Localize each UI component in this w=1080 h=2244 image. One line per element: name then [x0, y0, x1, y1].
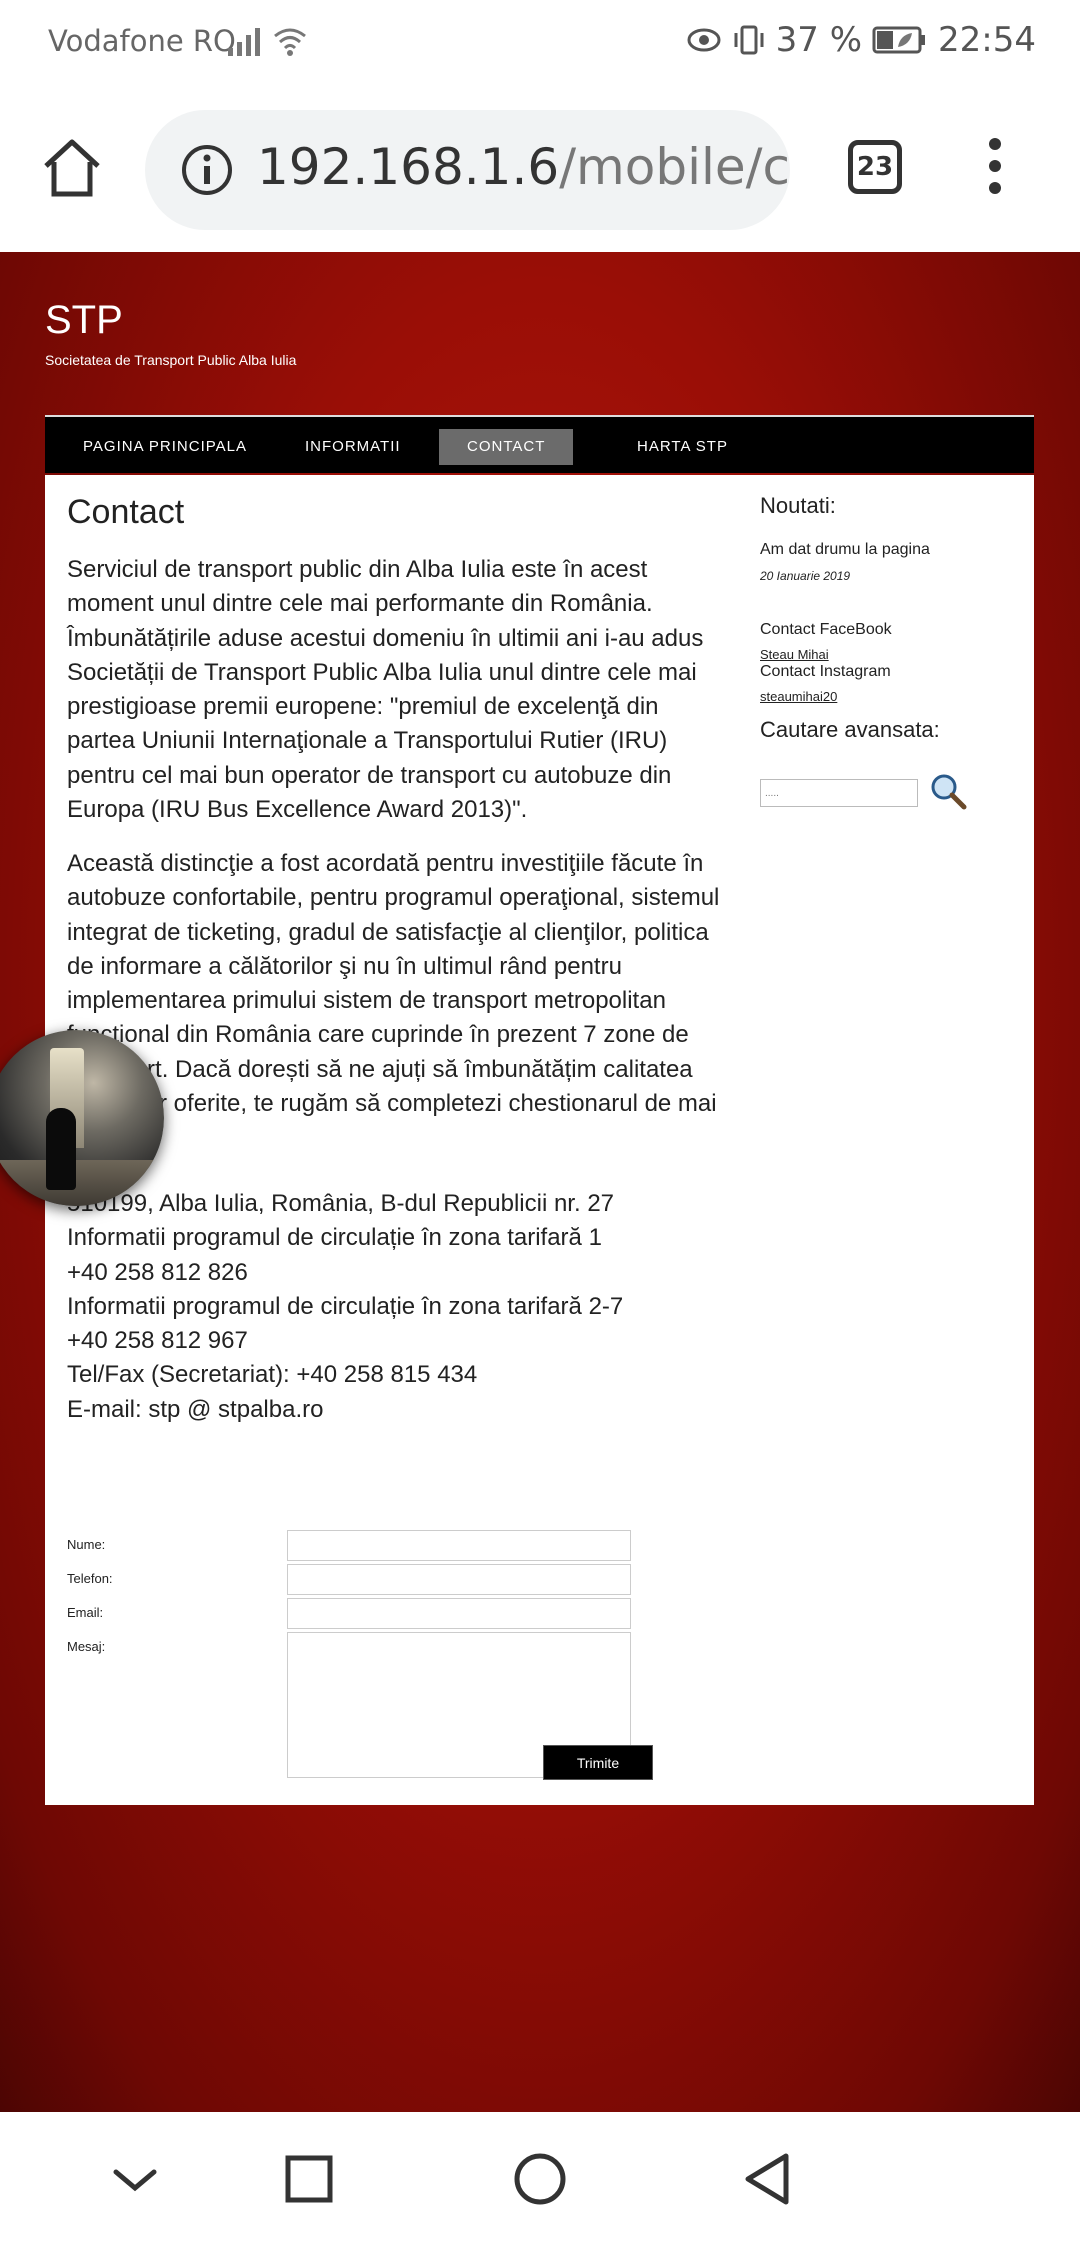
site-title: STP [45, 298, 123, 342]
status-bar: Vodafone RO 37 % 22:54 [0, 0, 1080, 88]
recents-square-icon[interactable] [274, 2144, 344, 2214]
overflow-menu-icon[interactable] [980, 138, 1010, 198]
submit-button[interactable]: Trimite [543, 1745, 653, 1780]
status-right: 37 % 22:54 [686, 20, 1036, 60]
nav-item-home[interactable]: PAGINA PRINCIPALA [55, 429, 275, 465]
news-date: 20 Ianuarie 2019 [760, 569, 851, 583]
name-label: Nume: [67, 1537, 106, 1552]
back-triangle-icon[interactable] [734, 2144, 804, 2214]
info-icon[interactable] [181, 144, 233, 196]
facebook-link[interactable]: Steau Mihai [760, 647, 829, 662]
email-label: Email: [67, 1605, 104, 1620]
phone-field[interactable] [287, 1564, 631, 1595]
name-field[interactable] [287, 1530, 631, 1561]
signal-icon [228, 28, 260, 56]
address-bar[interactable]: 192.168.1.6/mobile/cor [145, 110, 790, 230]
battery-icon [872, 26, 926, 54]
search-icon[interactable] [928, 771, 968, 811]
zone1-info-line: Informatii programul de circulație în zo… [67, 1224, 602, 1252]
eye-icon [687, 28, 721, 52]
award-paragraph: Această distincţie a fost acordată pentr… [67, 850, 720, 1151]
wifi-icon [274, 28, 306, 56]
chat-head-avatar[interactable] [0, 1030, 164, 1206]
content-panel: Contact Serviciul de transport public di… [45, 475, 1034, 1805]
url-text[interactable]: 192.168.1.6/mobile/cor [257, 138, 790, 196]
tab-switcher-button[interactable]: 23 [848, 140, 902, 194]
search-heading: Cautare avansata: [760, 717, 940, 742]
main-navigation: PAGINA PRINCIPALA INFORMATII CONTACT HAR… [45, 415, 1034, 473]
url-host: 192.168.1.6 [257, 138, 560, 196]
contact-details: 510199, Alba Iulia, România, B-dul Repub… [67, 1187, 727, 1427]
browser-toolbar: 192.168.1.6/mobile/cor 23 [0, 88, 1080, 252]
instagram-label: Contact Instagram [760, 663, 891, 680]
url-path: /mobile/cor [559, 138, 790, 196]
email-field[interactable] [287, 1598, 631, 1629]
avatar-photo-ground [0, 1160, 164, 1206]
news-item: Am dat drumu la pagina [760, 541, 930, 558]
battery-percent: 37 % [775, 20, 863, 60]
facebook-label: Contact FaceBook [760, 621, 892, 638]
secretariat-line: Tel/Fax (Secretariat): +40 258 815 434 [67, 1361, 478, 1389]
nav-item-contact[interactable]: CONTACT [439, 429, 574, 465]
carrier-name: Vodafone RO [48, 24, 236, 58]
intro-paragraph: Serviciul de transport public din Alba I… [67, 556, 704, 824]
zone2-phone-line: +40 258 812 967 [67, 1327, 248, 1355]
home-icon[interactable] [40, 136, 104, 200]
avatar-photo-person [46, 1108, 76, 1190]
phone-label: Telefon: [67, 1571, 113, 1586]
message-label: Mesaj: [67, 1639, 106, 1654]
address-line: 510199, Alba Iulia, România, B-dul Repub… [67, 1190, 615, 1217]
news-heading: Noutati: [760, 493, 836, 518]
page-title: Contact [67, 493, 185, 531]
site-subtitle: Societatea de Transport Public Alba Iuli… [45, 352, 297, 368]
home-circle-icon[interactable] [505, 2144, 575, 2214]
system-navigation-bar [0, 2112, 1080, 2244]
nav-item-harta[interactable]: HARTA STP [609, 429, 756, 465]
search-input[interactable] [760, 779, 918, 807]
zone1-phone-line: +40 258 812 826 [67, 1258, 248, 1286]
email-line: E-mail: stp @ stpalba.ro [67, 1395, 324, 1423]
nav-item-informatii[interactable]: INFORMATII [277, 429, 429, 465]
web-page: STP Societatea de Transport Public Alba … [0, 252, 1080, 2112]
zone2-info-line: Informatii programul de circulație în zo… [67, 1292, 624, 1320]
clock: 22:54 [938, 20, 1036, 60]
vibrate-icon [734, 25, 764, 55]
instagram-link[interactable]: steaumihai20 [760, 689, 837, 704]
chevron-down-icon[interactable] [100, 2144, 170, 2214]
